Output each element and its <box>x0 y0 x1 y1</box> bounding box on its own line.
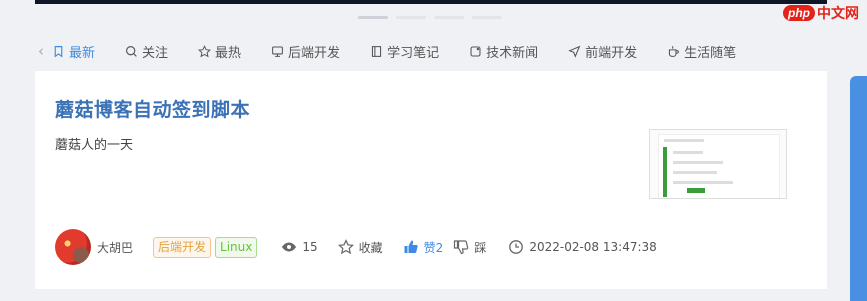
publish-date: 2022-02-08 13:47:38 <box>508 239 657 255</box>
avatar[interactable] <box>55 229 91 265</box>
article-card[interactable]: 蘑菇博客自动签到脚本 蘑菇人的一天 大胡巴 后端开发 Linux 15 收藏 赞… <box>35 71 827 289</box>
thumbnail-button <box>687 188 705 193</box>
search-icon <box>126 45 137 57</box>
clock-icon <box>509 240 524 254</box>
collect-button[interactable]: 收藏 <box>337 239 383 256</box>
thumbnail-line <box>673 181 733 184</box>
tab-label: 学习笔记 <box>387 45 440 61</box>
view-count-value: 15 <box>302 240 318 254</box>
news-icon <box>470 46 481 56</box>
carousel-indicators <box>358 16 502 19</box>
tab-notes[interactable]: 学习笔记 <box>370 42 439 61</box>
tab-backend[interactable]: 后端开发 <box>271 42 340 61</box>
thumbnail-line <box>664 139 704 142</box>
carousel-dot[interactable] <box>434 16 464 19</box>
tab-life[interactable]: 生活随笔 <box>667 42 736 61</box>
notebook-icon <box>371 45 382 57</box>
tab-tech-news[interactable]: 技术新闻 <box>469 42 538 61</box>
article-meta: 大胡巴 后端开发 Linux 15 收藏 赞2 踩 2022-02-08 13:… <box>55 229 815 265</box>
bookmark-icon <box>54 45 63 58</box>
php-cn-watermark: php 中文网 <box>783 3 859 23</box>
thumbnail-screenshot <box>658 134 780 198</box>
thumbnail-line <box>673 151 703 154</box>
monitor-icon <box>272 46 283 57</box>
tab-label: 生活随笔 <box>684 45 737 61</box>
tab-label: 后端开发 <box>288 45 341 61</box>
collect-label: 收藏 <box>358 240 383 255</box>
brand-logo: php <box>783 5 815 21</box>
carousel-dot[interactable] <box>396 16 426 19</box>
publish-date-value: 2022-02-08 13:47:38 <box>529 240 657 254</box>
tab-label: 前端开发 <box>585 45 638 61</box>
carousel-dot[interactable] <box>472 16 502 19</box>
side-widget-strip[interactable] <box>850 76 867 301</box>
tag-linux[interactable]: Linux <box>215 236 258 258</box>
tab-latest[interactable]: 最新 <box>52 42 95 61</box>
tab-follow[interactable]: 关注 <box>125 42 168 61</box>
star-icon <box>337 239 354 255</box>
tab-label: 最热 <box>215 45 242 61</box>
top-dark-bar <box>35 0 827 4</box>
carousel-dot[interactable] <box>358 16 388 19</box>
send-icon <box>568 45 581 58</box>
thumbnail-line <box>673 171 717 174</box>
like-button[interactable]: 赞2 <box>403 239 444 256</box>
thumbnail-line <box>673 161 723 164</box>
article-title[interactable]: 蘑菇博客自动签到脚本 <box>55 95 250 122</box>
dislike-label: 踩 <box>474 240 487 255</box>
star-icon <box>198 44 212 57</box>
author-name[interactable]: 大胡巴 <box>97 239 133 256</box>
thumbnail-sidebar <box>663 147 667 197</box>
thumbs-down-icon <box>454 240 469 255</box>
view-count: 15 <box>281 239 318 255</box>
cup-icon <box>669 45 679 57</box>
category-nav: ‹ 最新 关注 最热 后端开发 学习笔记 技术新闻 前端开发 生活随笔 <box>30 36 867 66</box>
tab-label: 关注 <box>142 45 169 61</box>
dislike-button[interactable]: 踩 <box>453 239 486 256</box>
chevron-left-icon[interactable]: ‹ <box>30 42 52 60</box>
tab-label: 技术新闻 <box>486 45 539 61</box>
tab-frontend[interactable]: 前端开发 <box>568 42 637 61</box>
thumbs-up-icon <box>404 240 418 253</box>
eye-icon <box>282 242 297 252</box>
tab-hottest[interactable]: 最热 <box>198 42 241 61</box>
article-thumbnail[interactable] <box>649 129 787 199</box>
tag-backend[interactable]: 后端开发 <box>153 236 212 258</box>
like-label: 赞2 <box>423 240 444 255</box>
article-summary: 蘑菇人的一天 <box>55 138 134 153</box>
tab-label: 最新 <box>69 45 96 61</box>
brand-name: 中文网 <box>817 6 859 22</box>
